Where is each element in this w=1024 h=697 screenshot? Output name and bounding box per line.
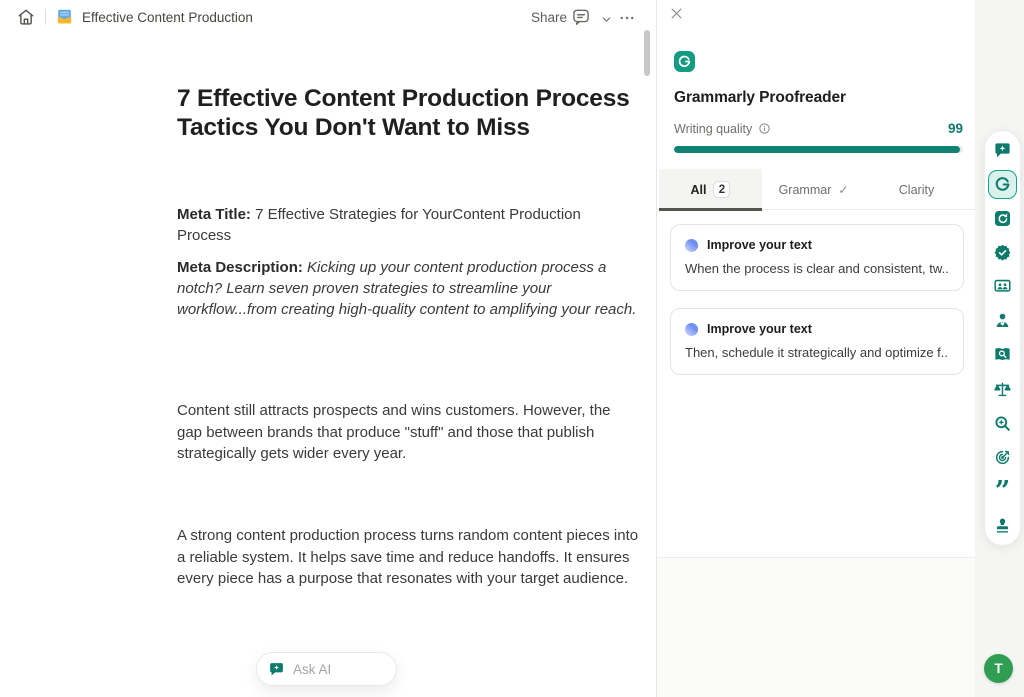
ai-chat-sparkle-icon — [268, 661, 285, 678]
close-icon[interactable] — [669, 6, 684, 21]
grammarly-side-toolbar: ” — [984, 130, 1021, 546]
book-search-icon[interactable] — [988, 340, 1017, 369]
check-icon: ✓ — [838, 183, 848, 197]
body-paragraph-2: A strong content production process turn… — [177, 525, 639, 589]
suggestion-preview: When the process is clear and consistent… — [685, 261, 949, 276]
screen-people-icon[interactable] — [988, 272, 1017, 301]
doc-scrollbar-thumb[interactable] — [644, 30, 650, 76]
doc-title[interactable]: Effective Content Production — [82, 10, 253, 25]
quality-progress-track — [674, 146, 963, 153]
suggestion-card[interactable]: Improve your text When the process is cl… — [670, 224, 964, 291]
comments-icon[interactable] — [571, 7, 591, 27]
tab-grammar[interactable]: Grammar ✓ — [762, 169, 865, 210]
user-avatar[interactable]: T — [984, 654, 1013, 683]
tab-all[interactable]: All 2 — [659, 169, 762, 210]
doc-topbar: Effective Content Production Share — [0, 0, 656, 34]
grammarly-g-icon[interactable] — [988, 170, 1017, 199]
tab-clarity[interactable]: Clarity — [865, 169, 968, 210]
stamp-icon[interactable] — [988, 511, 1017, 540]
suggestion-title: Improve your text — [707, 238, 812, 252]
meta-title-paragraph: Meta Title: 7 Effective Strategies for Y… — [177, 204, 639, 247]
panel-below-area — [657, 558, 975, 697]
quality-score: 99 — [948, 121, 963, 136]
redo-square-icon[interactable] — [988, 204, 1017, 233]
ask-ai-input[interactable] — [293, 662, 383, 677]
topbar-divider — [45, 9, 46, 25]
panel-title: Grammarly Proofreader — [674, 89, 846, 107]
more-options-icon[interactable] — [618, 9, 636, 25]
writing-quality-row: Writing quality 99 — [674, 121, 963, 136]
suggestion-tabs: All 2 Grammar ✓ Clarity — [657, 169, 976, 210]
tab-all-label: All — [691, 183, 707, 197]
home-icon[interactable] — [16, 7, 36, 27]
suggestion-card-header: Improve your text — [685, 322, 949, 336]
tab-grammar-label: Grammar — [779, 183, 832, 197]
tab-clarity-label: Clarity — [899, 183, 934, 197]
ask-ai-bar[interactable] — [256, 652, 397, 686]
suggestion-dot-icon — [685, 323, 698, 336]
suggestion-dot-icon — [685, 239, 698, 252]
tab-all-count-badge: 2 — [713, 181, 730, 198]
scales-icon[interactable] — [988, 375, 1017, 404]
doc-heading: 7 Effective Content Production Process T… — [177, 84, 639, 142]
grammarly-logo-icon — [674, 51, 695, 72]
meta-description-label: Meta Description: — [177, 259, 303, 276]
person-heart-icon[interactable] — [988, 306, 1017, 335]
quality-progress-fill — [674, 146, 960, 153]
document-emoji-icon — [55, 7, 74, 26]
share-button[interactable]: Share — [531, 10, 567, 25]
meta-title-label: Meta Title: — [177, 206, 251, 223]
app-window: Effective Content Production Share 7 Eff… — [0, 0, 1024, 697]
document-editor[interactable]: 7 Effective Content Production Process T… — [177, 84, 639, 589]
suggestion-list: Improve your text When the process is cl… — [670, 224, 964, 375]
badge-check-icon[interactable] — [988, 238, 1017, 267]
suggestion-card[interactable]: Improve your text Then, schedule it stra… — [670, 308, 964, 375]
body-paragraph-1: Content still attracts prospects and win… — [177, 400, 639, 464]
suggestion-card-header: Improve your text — [685, 238, 949, 252]
suggestion-title: Improve your text — [707, 322, 812, 336]
chevron-down-icon[interactable] — [601, 12, 612, 23]
chat-sparkle-icon[interactable] — [988, 136, 1017, 165]
info-icon[interactable] — [758, 122, 771, 135]
quote-glyph: ” — [995, 482, 1011, 501]
suggestion-preview: Then, schedule it strategically and opti… — [685, 345, 949, 360]
writing-quality-label: Writing quality — [674, 122, 752, 136]
target-arrow-icon[interactable] — [988, 443, 1017, 472]
quotation-marks-icon[interactable]: ” — [988, 477, 1017, 506]
search-sparkle-icon[interactable] — [988, 409, 1017, 438]
meta-description-paragraph: Meta Description: Kicking up your conten… — [177, 257, 639, 321]
